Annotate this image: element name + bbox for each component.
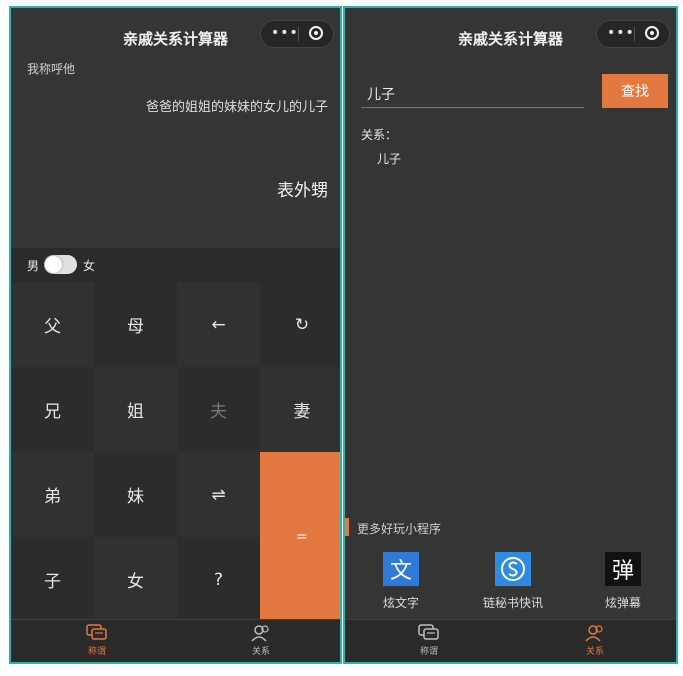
more-apps-title: 更多好玩小程序 xyxy=(357,522,442,536)
gender-bar: 男 女 xyxy=(11,248,340,282)
app-label: 链秘书快讯 xyxy=(482,596,543,610)
relation-expression: 爸爸的姐姐的妹妹的女儿的儿子 xyxy=(145,100,328,115)
relation-panel: 亲戚关系计算器 ••• 查找 关系： 儿子 更多好玩小程序 文 炫文字 链秘书快… xyxy=(343,6,678,664)
people-icon xyxy=(585,625,603,642)
more-dots-icon[interactable]: ••• xyxy=(607,25,635,41)
result-title: 表外甥 xyxy=(277,181,328,201)
tab-titles[interactable]: 称谓 xyxy=(67,624,127,657)
section-accent-bar xyxy=(345,518,349,536)
tab-bar: 称谓 关系 xyxy=(11,619,340,662)
menu-capsule: ••• xyxy=(260,20,334,48)
s-logo-icon xyxy=(495,552,531,586)
tab-relation-label: 关系 xyxy=(585,647,604,657)
key-husband[interactable]: 夫 xyxy=(177,367,260,452)
key-father[interactable]: 父 xyxy=(11,282,94,367)
calculator-panel: 亲戚关系计算器 ••• 我称呼他 爸爸的姐姐的妹妹的女儿的儿子 表外甥 男 女 … xyxy=(9,6,342,664)
app-label: 炫弹幕 xyxy=(604,596,641,610)
chat-icon xyxy=(418,624,439,640)
key-elder-brother[interactable]: 兄 xyxy=(11,367,94,452)
app-item-wenzi[interactable]: 文 炫文字 xyxy=(351,552,451,611)
menu-capsule: ••• xyxy=(596,20,670,48)
relation-search-input[interactable] xyxy=(361,80,584,108)
key-daughter[interactable]: 女 xyxy=(94,537,177,622)
capsule-divider xyxy=(298,27,299,41)
keypad: 父 母 ← ↻ 兄 姐 夫 妻 弟 妹 ⇌ = 子 女 ? xyxy=(11,282,340,622)
key-swap[interactable]: ⇌ xyxy=(177,452,260,537)
tab-titles-label: 称谓 xyxy=(419,647,438,657)
key-wife[interactable]: 妻 xyxy=(260,367,340,452)
tab-relation[interactable]: 关系 xyxy=(565,624,625,657)
more-dots-icon[interactable]: ••• xyxy=(271,25,299,41)
gender-toggle[interactable] xyxy=(44,255,77,274)
tab-titles-label: 称谓 xyxy=(87,647,106,657)
close-target-icon[interactable] xyxy=(309,26,323,40)
key-backspace[interactable]: ← xyxy=(177,282,260,367)
key-equals[interactable]: = xyxy=(260,452,340,622)
relation-value: 儿子 xyxy=(377,152,402,166)
dan-icon: 弹 xyxy=(605,552,641,586)
key-younger-brother[interactable]: 弟 xyxy=(11,452,94,537)
key-question[interactable]: ? xyxy=(177,537,260,622)
tab-bar: 称谓 关系 xyxy=(345,619,676,662)
tab-relation-label: 关系 xyxy=(251,647,270,657)
people-icon xyxy=(251,625,269,642)
chat-icon xyxy=(86,624,107,640)
app-label: 炫文字 xyxy=(382,596,419,610)
key-mother[interactable]: 母 xyxy=(94,282,177,367)
close-target-icon[interactable] xyxy=(645,26,659,40)
tab-relation[interactable]: 关系 xyxy=(231,624,291,657)
app-item-lianmishu[interactable]: 链秘书快讯 xyxy=(463,552,563,611)
search-button[interactable]: 查找 xyxy=(602,74,668,108)
wen-icon: 文 xyxy=(383,552,419,586)
gender-male-label: 男 xyxy=(27,259,40,273)
tab-titles[interactable]: 称谓 xyxy=(399,624,459,657)
caption-label: 我称呼他 xyxy=(27,62,76,76)
relation-label: 关系： xyxy=(361,128,398,142)
key-son[interactable]: 子 xyxy=(11,537,94,622)
key-reset[interactable]: ↻ xyxy=(260,282,340,367)
capsule-divider xyxy=(634,27,635,41)
toggle-knob xyxy=(45,256,62,273)
gender-female-label: 女 xyxy=(83,259,96,273)
app-item-danmu[interactable]: 弹 炫弹幕 xyxy=(573,552,673,611)
key-younger-sister[interactable]: 妹 xyxy=(94,452,177,537)
key-elder-sister[interactable]: 姐 xyxy=(94,367,177,452)
